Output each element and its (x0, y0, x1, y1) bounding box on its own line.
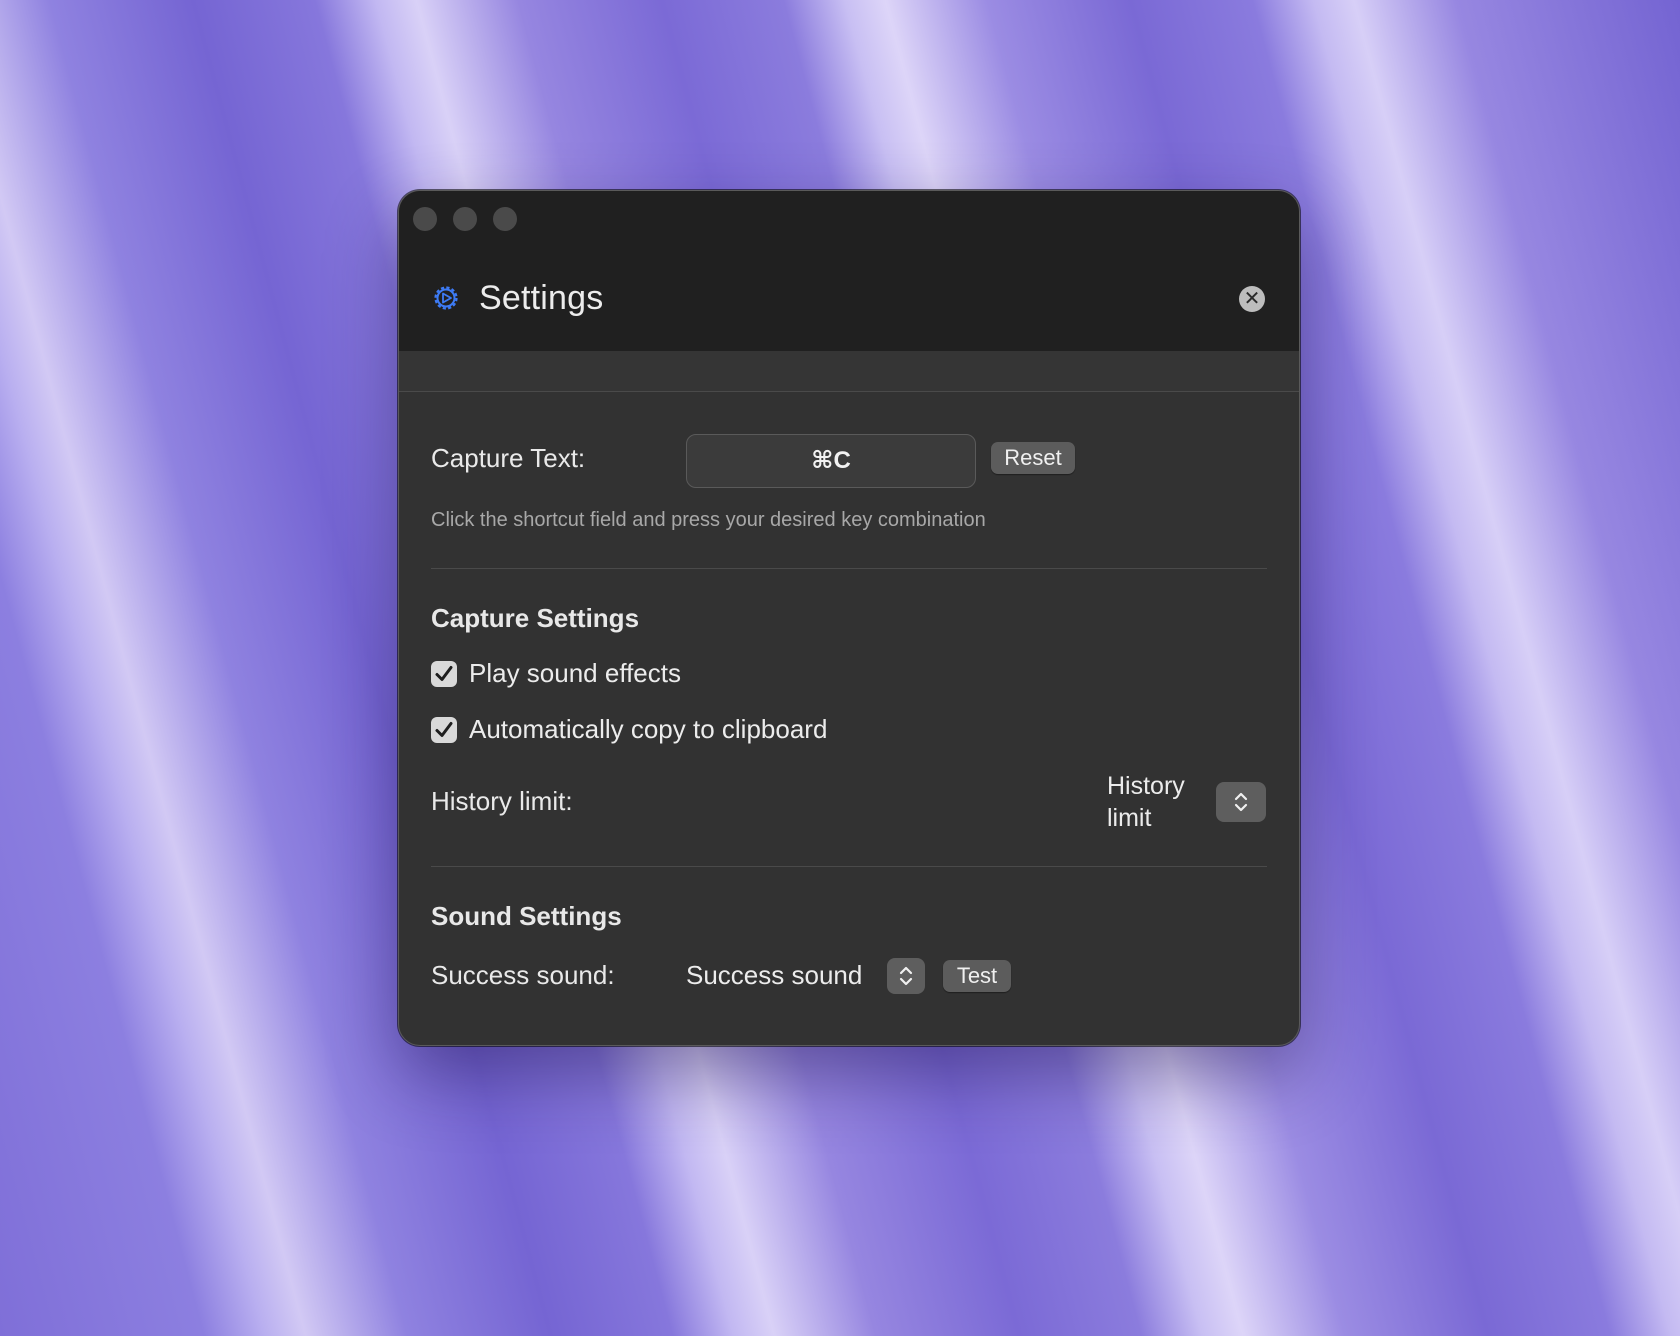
shortcut-recorder-field[interactable]: ⌘C (686, 434, 976, 488)
history-limit-popup[interactable]: History limit (1107, 770, 1207, 834)
traffic-light-close[interactable] (413, 207, 437, 231)
window-header: Settings ✕ (399, 191, 1299, 351)
history-limit-stepper[interactable] (1216, 782, 1266, 822)
capture-settings-heading: Capture Settings (431, 603, 640, 633)
history-limit-value-line2: limit (1107, 804, 1152, 832)
auto-copy-checkbox[interactable] (431, 717, 457, 743)
checkmark-icon (435, 666, 453, 681)
gear-icon (434, 286, 458, 310)
page-title: Settings (479, 279, 604, 317)
settings-window: Settings ✕ Capture Text: ⌘C Reset Click … (398, 190, 1300, 1046)
auto-copy-label[interactable]: Automatically copy to clipboard (469, 714, 827, 745)
divider (431, 866, 1267, 867)
history-limit-value-line1: History (1107, 772, 1185, 800)
shortcut-hint: Click the shortcut field and press your … (431, 509, 986, 531)
history-limit-label: History limit: (431, 786, 573, 816)
chevron-up-down-icon (1234, 792, 1248, 812)
sound-settings-heading: Sound Settings (431, 901, 622, 931)
test-sound-button[interactable]: Test (943, 960, 1011, 992)
traffic-light-minimize[interactable] (453, 207, 477, 231)
chevron-up-down-icon (899, 966, 913, 986)
traffic-light-zoom[interactable] (493, 207, 517, 231)
checkmark-icon (435, 722, 453, 737)
close-icon[interactable]: ✕ (1239, 286, 1265, 312)
divider (431, 568, 1267, 569)
success-sound-label: Success sound: (431, 960, 615, 990)
reset-button[interactable]: Reset (991, 442, 1075, 474)
play-sound-label[interactable]: Play sound effects (469, 658, 681, 689)
toolbar-strip (399, 351, 1299, 392)
success-sound-popup[interactable]: Success sound (686, 960, 862, 991)
capture-text-label: Capture Text: (431, 443, 586, 473)
success-sound-stepper[interactable] (887, 958, 925, 994)
play-sound-checkbox[interactable] (431, 661, 457, 687)
